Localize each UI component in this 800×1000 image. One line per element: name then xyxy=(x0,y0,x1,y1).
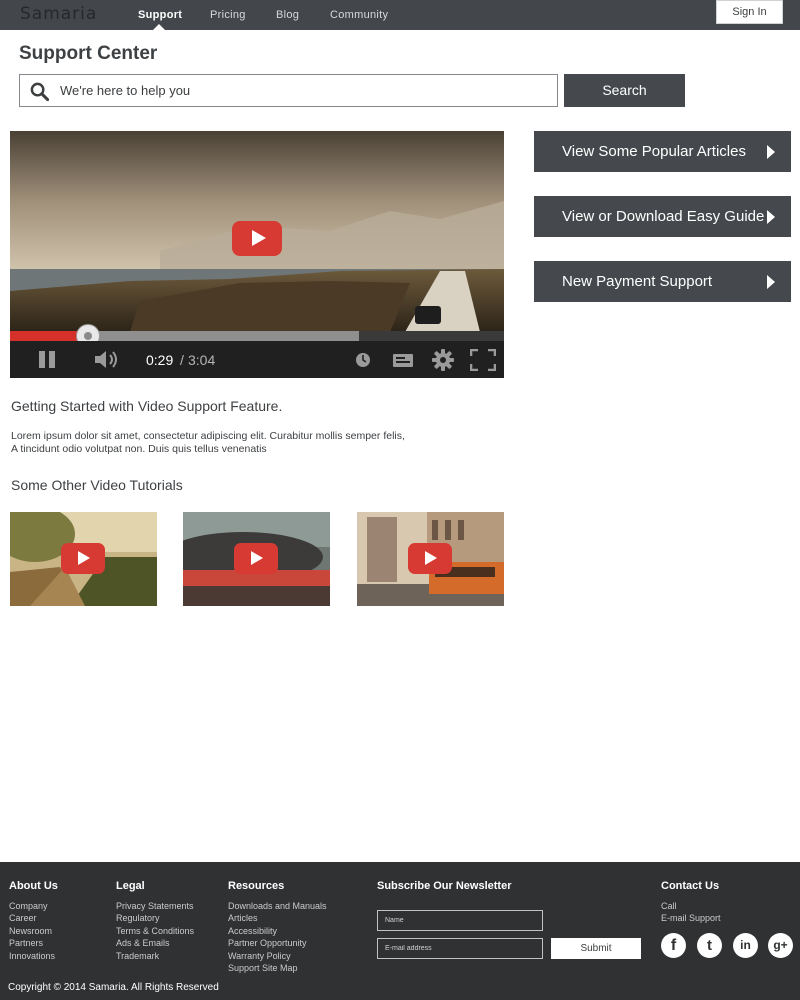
footer-link[interactable]: Innovations xyxy=(9,950,58,962)
newsletter-heading: Subscribe Our Newsletter xyxy=(377,880,512,892)
linkedin-icon[interactable]: in xyxy=(733,933,758,958)
arrow-right-icon xyxy=(767,145,775,159)
copyright-text: Copyright © 2014 Samaria. All Rights Res… xyxy=(8,982,219,993)
video-play-button[interactable] xyxy=(232,221,282,256)
footer-link[interactable]: Partners xyxy=(9,937,58,949)
time-separator: / xyxy=(180,352,184,368)
footer-link[interactable]: E-mail Support xyxy=(661,912,721,924)
footer-link[interactable]: Articles xyxy=(228,912,327,924)
footer-link[interactable]: Trademark xyxy=(116,950,194,962)
top-nav-bar: Samaria Support Pricing Blog Community S… xyxy=(0,0,800,30)
clock-icon[interactable] xyxy=(355,352,371,368)
fullscreen-icon[interactable] xyxy=(470,349,496,371)
thumbnail-play-button[interactable] xyxy=(61,543,105,574)
newsletter-email-field[interactable] xyxy=(377,938,543,959)
footer-link[interactable]: Ads & Emails xyxy=(116,937,194,949)
progress-bar[interactable] xyxy=(10,324,504,348)
search-icon xyxy=(30,82,49,101)
search-button[interactable]: Search xyxy=(564,74,685,107)
nav-item-pricing[interactable]: Pricing xyxy=(210,9,246,21)
footer-heading: Contact Us xyxy=(661,880,720,892)
article-title: Getting Started with Video Support Featu… xyxy=(11,398,283,414)
total-time: 3:04 xyxy=(188,352,216,368)
article-body-line: A tincidunt odio volutpat non. Duis quis… xyxy=(11,443,267,455)
footer-link[interactable]: Terms & Conditions xyxy=(116,925,194,937)
tutorials-heading: Some Other Video Tutorials xyxy=(11,477,183,493)
footer-legal-column: Legal Privacy Statements Regulatory Term… xyxy=(116,880,194,962)
footer: About Us Company Career Newsroom Partner… xyxy=(0,862,800,1000)
nav-item-support[interactable]: Support xyxy=(138,9,182,21)
footer-newsletter-column: Subscribe Our Newsletter xyxy=(377,880,512,900)
easy-guide-button[interactable]: View or Download Easy Guide xyxy=(534,196,791,237)
settings-gear-icon[interactable] xyxy=(432,349,454,371)
player-controls: 0:29 / 3:04 xyxy=(10,341,504,378)
google-plus-icon[interactable]: g+ xyxy=(768,933,793,958)
payment-support-button[interactable]: New Payment Support xyxy=(534,261,791,302)
article-body-line: Lorem ipsum dolor sit amet, consectetur … xyxy=(11,430,405,442)
nav-item-blog[interactable]: Blog xyxy=(276,9,299,21)
page-title: Support Center xyxy=(19,43,158,64)
newsletter-name-field[interactable] xyxy=(377,910,543,931)
footer-about-column: About Us Company Career Newsroom Partner… xyxy=(9,880,58,962)
thumbnail-play-button[interactable] xyxy=(408,543,452,574)
footer-heading: Resources xyxy=(228,880,285,892)
footer-link[interactable]: Newsroom xyxy=(9,925,58,937)
article-body: Lorem ipsum dolor sit amet, consectetur … xyxy=(11,430,481,456)
video-player: 0:29 / 3:04 xyxy=(10,131,504,378)
volume-icon[interactable] xyxy=(94,350,120,369)
arrow-right-icon xyxy=(767,275,775,289)
twitter-icon[interactable]: t xyxy=(697,933,722,958)
footer-heading: Legal xyxy=(116,880,145,892)
current-time: 0:29 xyxy=(146,352,174,368)
footer-link[interactable]: Privacy Statements xyxy=(116,900,194,912)
easy-guide-label: View or Download Easy Guide xyxy=(562,208,765,225)
footer-link[interactable]: Support Site Map xyxy=(228,962,327,974)
search-input[interactable] xyxy=(60,75,550,106)
footer-link[interactable]: Career xyxy=(9,912,58,924)
tutorial-thumbnail-sunset[interactable] xyxy=(183,512,330,606)
payment-support-label: New Payment Support xyxy=(562,273,713,290)
footer-link[interactable]: Company xyxy=(9,900,58,912)
captions-icon[interactable] xyxy=(393,354,413,367)
brand-logo[interactable]: Samaria xyxy=(20,4,97,24)
tutorial-thumbnail-street[interactable] xyxy=(357,512,504,606)
active-nav-indicator xyxy=(153,24,165,30)
footer-heading: About Us xyxy=(9,880,58,892)
popular-articles-label: View Some Popular Articles xyxy=(562,143,746,160)
pause-icon[interactable] xyxy=(37,350,57,369)
footer-contact-column: Contact Us Call E-mail Support xyxy=(661,880,721,925)
footer-link[interactable]: Partner Opportunity xyxy=(228,937,327,949)
sign-in-button[interactable]: Sign In xyxy=(716,0,783,24)
facebook-icon[interactable]: f xyxy=(661,933,686,958)
footer-link[interactable]: Downloads and Manuals xyxy=(228,900,327,912)
arrow-right-icon xyxy=(767,210,775,224)
search-box xyxy=(19,74,558,107)
footer-link[interactable]: Regulatory xyxy=(116,912,194,924)
thumbnail-play-button[interactable] xyxy=(234,543,278,574)
tutorial-thumbnail-vineyard[interactable] xyxy=(10,512,157,606)
footer-link[interactable]: Warranty Policy xyxy=(228,950,327,962)
footer-link[interactable]: Accessibility xyxy=(228,925,327,937)
footer-link[interactable]: Call xyxy=(661,900,721,912)
newsletter-submit-button[interactable]: Submit xyxy=(551,938,641,959)
popular-articles-button[interactable]: View Some Popular Articles xyxy=(534,131,791,172)
nav-item-community[interactable]: Community xyxy=(330,9,388,21)
footer-resources-column: Resources Downloads and Manuals Articles… xyxy=(228,880,327,974)
